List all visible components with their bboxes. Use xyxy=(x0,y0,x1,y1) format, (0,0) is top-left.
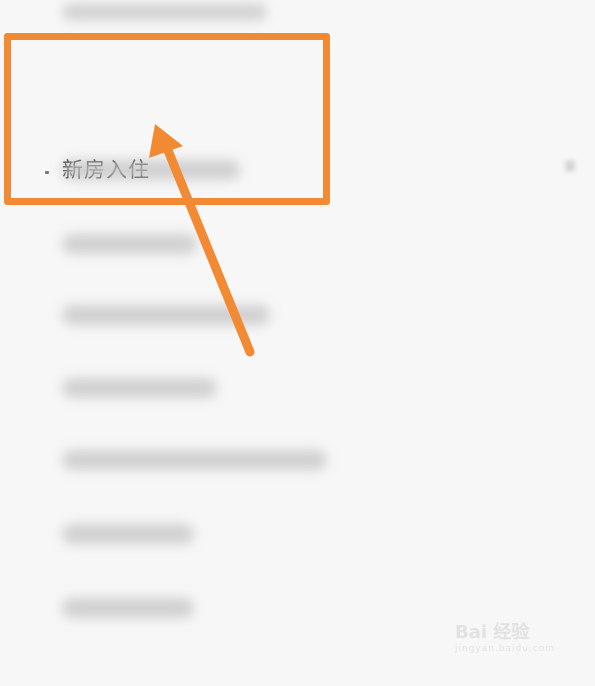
watermark: Bai 经验 jingyan.baidu.com xyxy=(455,618,575,668)
watermark-brand: Bai 经验 xyxy=(455,622,530,643)
watermark-url: jingyan.baidu.com xyxy=(455,644,556,654)
pointer-arrow-icon xyxy=(149,124,255,357)
